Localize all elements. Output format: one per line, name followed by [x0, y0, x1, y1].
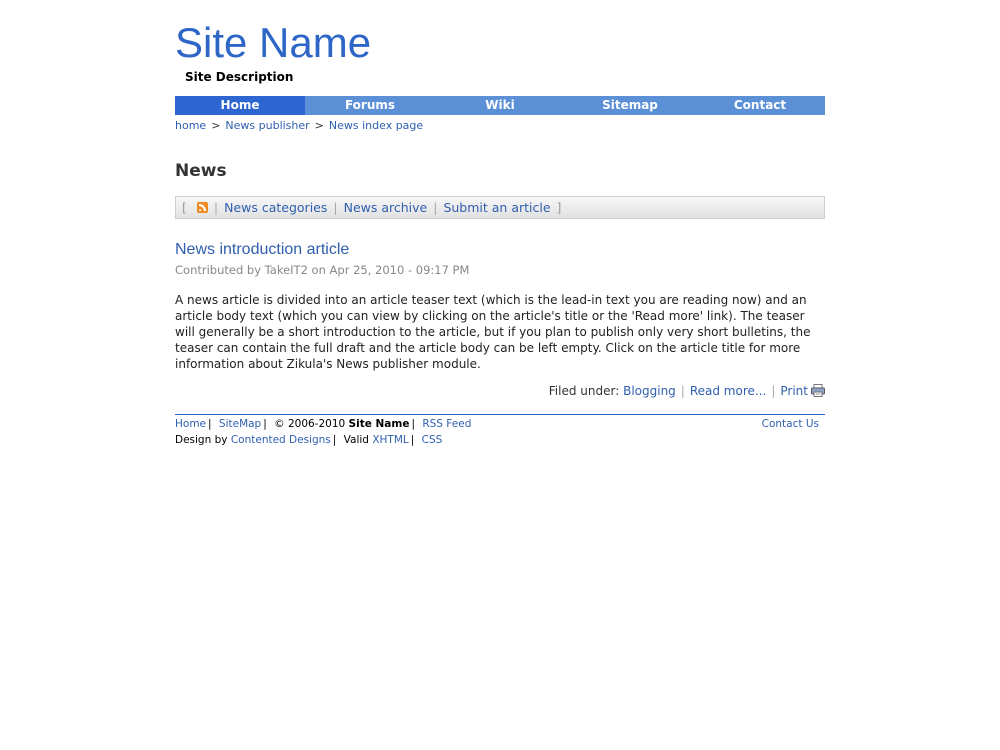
- footer-divider: [175, 414, 825, 415]
- breadcrumb: home > News publisher > News index page: [175, 119, 423, 132]
- printer-icon: [811, 384, 825, 397]
- footer-separator: |: [208, 418, 212, 430]
- footer-links: Home | SiteMap | © 2006-2010 Site Name | RS…: [175, 418, 471, 430]
- xhtml-link[interactable]: XHTML: [372, 434, 408, 446]
- footer-separator: |: [332, 434, 337, 446]
- toolbar-close-bracket: ]: [556, 200, 562, 215]
- css-link[interactable]: CSS: [422, 434, 443, 446]
- category-link[interactable]: Blogging: [623, 384, 676, 398]
- toolbar-separator: |: [213, 200, 219, 215]
- footer-credits: Design by Contented Designs | Valid XHTML…: [175, 434, 442, 446]
- footer-copyright: © 2006-2010: [274, 418, 346, 430]
- breadcrumb-separator: >: [211, 119, 221, 132]
- site-description: Site Description: [185, 70, 294, 84]
- breadcrumb-news-index-link[interactable]: News index page: [329, 119, 423, 132]
- print-label: Print: [780, 384, 808, 398]
- designer-link[interactable]: Contented Designs: [231, 434, 331, 446]
- news-toolbar: [ | News categories | News archive | Submit a…: [175, 196, 825, 219]
- footer-site-name: Site Name: [348, 418, 410, 430]
- breadcrumb-separator: >: [314, 119, 324, 132]
- article-footer: Filed under: Blogging | Read more... | Print: [549, 384, 825, 398]
- footer-separator: |: [263, 418, 267, 430]
- filed-under-label: Filed under:: [548, 384, 620, 398]
- article-footer-separator: |: [680, 384, 685, 398]
- news-categories-link[interactable]: News categories: [224, 200, 327, 215]
- page-title: News: [175, 161, 227, 181]
- toolbar-separator: |: [333, 200, 338, 215]
- nav-item-forums[interactable]: Forums: [305, 96, 435, 115]
- design-by-label: Design by: [175, 434, 228, 446]
- breadcrumb-home-link[interactable]: home: [175, 119, 206, 132]
- nav-item-sitemap[interactable]: Sitemap: [565, 96, 695, 115]
- print-link[interactable]: Print: [780, 384, 825, 398]
- footer-contact-us-link[interactable]: Contact Us: [762, 418, 819, 430]
- nav-item-home[interactable]: Home: [175, 96, 305, 115]
- nav-item-wiki[interactable]: Wiki: [435, 96, 565, 115]
- footer-rss-feed-link[interactable]: RSS Feed: [422, 418, 471, 430]
- submit-article-link[interactable]: Submit an article: [443, 200, 550, 215]
- read-more-link[interactable]: Read more...: [690, 384, 767, 398]
- article-meta: Contributed by TakeIT2 on Apr 25, 2010 -…: [175, 263, 470, 277]
- footer-separator: |: [411, 418, 415, 430]
- toolbar-separator: |: [433, 200, 438, 215]
- rss-feed-icon[interactable]: [196, 202, 208, 213]
- footer-sitemap-link[interactable]: SiteMap: [219, 418, 261, 430]
- breadcrumb-news-publisher-link[interactable]: News publisher: [225, 119, 309, 132]
- footer-home-link[interactable]: Home: [175, 418, 206, 430]
- site-name[interactable]: Site Name: [175, 18, 371, 68]
- article-teaser: A news article is divided into an articl…: [175, 293, 811, 371]
- nav-item-contact[interactable]: Contact: [695, 96, 825, 115]
- footer-separator: |: [410, 434, 415, 446]
- news-archive-link[interactable]: News archive: [344, 200, 428, 215]
- toolbar-open-bracket: [: [182, 200, 187, 215]
- article-title-link[interactable]: News introduction article: [175, 241, 349, 259]
- valid-label: Valid: [343, 434, 369, 446]
- main-nav: Home Forums Wiki Sitemap Contact: [175, 96, 825, 115]
- article-footer-separator: |: [771, 384, 776, 398]
